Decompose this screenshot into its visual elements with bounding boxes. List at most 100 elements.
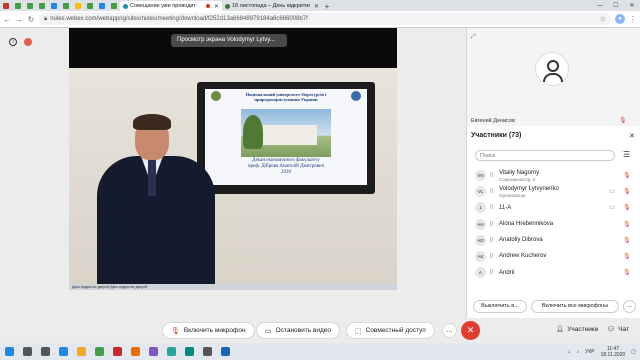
participants-toggle-label: Участники [567,325,599,333]
more-options-button[interactable]: ... [442,323,457,338]
participant-avatar: VL [475,186,486,198]
muted-mic-icon[interactable]: 🎙︎ [623,172,631,179]
unmute-all-button[interactable]: Включить все микрофоны [531,300,619,313]
shared-screen: Національний університет біоресурсів і п… [69,28,397,290]
volume-icon[interactable]: ♪ [577,349,580,355]
participant-avatar: 1 [475,202,486,214]
muted-mic-icon[interactable]: 🎙︎ [623,237,631,244]
browser-tab[interactable]: Совещание уже проводит ✕ [120,1,222,11]
expand-icon[interactable]: ⤢ [471,34,476,41]
chat-icon: 💬︎ [607,326,616,333]
clock[interactable]: 11:47 18.11.2020 [601,346,626,358]
muted-mic-icon[interactable]: 🎙︎ [623,221,631,228]
presentation-slide: Національний університет біоресурсів і п… [205,89,367,185]
bookmark-star-icon[interactable]: ☆ [600,15,606,23]
browser-tab-small[interactable] [12,1,24,11]
participants-toggle[interactable]: 👤︎ Участники [556,325,599,334]
participant-role: Соорганизатор, я [499,177,536,182]
notifications-icon[interactable]: ▢ [631,349,636,355]
screen-share-banner[interactable]: Просмотр экрана Volodymyr Lytvy... [171,34,287,47]
info-icon[interactable]: i [9,38,17,46]
recording-dot-icon [205,4,210,8]
leave-meeting-button[interactable]: ✕ [461,321,480,340]
site-favicon-icon [111,3,117,9]
reload-icon[interactable]: ↻ [27,15,35,24]
menu-icon[interactable]: ⋮ [629,15,637,24]
app-icon[interactable] [144,343,162,360]
browser-tab-small[interactable] [36,1,48,11]
network-icon[interactable]: ⌂ [568,349,571,355]
muted-mic-icon[interactable]: 🎙︎ [623,253,631,260]
windows-start-icon[interactable] [0,343,18,360]
opera-icon[interactable] [108,343,126,360]
language-indicator[interactable]: УКР [585,349,594,355]
slide-title: Національний університет біоресурсів і п… [245,92,327,102]
more-options-button[interactable]: ... [623,300,636,313]
word-icon[interactable] [216,343,234,360]
edge-icon[interactable] [54,343,72,360]
browser-tab[interactable]: 18 листопада – День відкритих ✕ [222,1,322,11]
unmute-button[interactable]: 🎙︎ Включить микрофон [162,322,255,339]
new-tab-icon[interactable]: + [322,2,332,11]
muted-mic-icon[interactable]: 🎙︎ [623,269,631,276]
browser-tab-small[interactable] [0,1,12,11]
device-icon: ▯ [490,269,494,276]
webex-icon[interactable] [180,343,198,360]
participants-footer: Выключить в... Включить все микрофоны ..… [467,296,640,318]
app-icon[interactable] [162,343,180,360]
close-tab-icon[interactable]: ✕ [314,3,319,10]
profile-avatar-icon[interactable]: ● [615,14,625,24]
browser-tab-small[interactable] [24,1,36,11]
close-icon[interactable]: ✕ [629,132,635,140]
mute-all-button[interactable]: Выключить в... [473,300,527,313]
participant-row[interactable]: AH ▯ Alona Hrebennikova 🎙︎ [467,217,640,233]
share-button[interactable]: ⬚ Совместный доступ [346,322,435,339]
system-tray: ⌂ ♪ УКР 11:47 18.11.2020 ▢ [568,346,640,358]
participant-avatar: AD [475,234,486,246]
browser-tab-small[interactable] [96,1,108,11]
muted-mic-icon[interactable]: 🎙︎ [623,204,631,211]
participant-name: Volodymyr Lytvynenko [499,186,559,193]
search-icon[interactable] [18,343,36,360]
participant-row[interactable]: AK ▯ Andrew Kucherov 🎙︎ [467,249,640,265]
browser-tab-small[interactable] [84,1,96,11]
participant-row[interactable]: A ▯ Andrii 🎙︎ [467,265,640,281]
site-favicon-icon [39,3,45,9]
browser-tab-small[interactable] [72,1,84,11]
browser-tab-small[interactable] [48,1,60,11]
browser-tab-small[interactable] [108,1,120,11]
share-label: Совместный доступ [365,327,426,334]
muted-mic-icon[interactable]: 🎙︎ [623,188,631,195]
task-view-icon[interactable] [36,343,54,360]
chrome-icon[interactable] [90,343,108,360]
device-icon: ▯ [490,252,494,259]
forward-icon[interactable]: → [15,15,23,24]
minimize-icon[interactable]: — [592,1,608,11]
site-favicon-icon [225,3,230,9]
video-camera-icon: ▭ [609,189,615,196]
participant-name: 11-A [499,204,512,211]
participants-icon: 👤︎ [556,326,565,333]
side-panel: ⤢ Евгений Денисов 🎙︎ Участники (73) ✕ ☰ … [466,28,640,318]
participant-search-input[interactable] [475,150,615,161]
participant-avatar: A [475,267,486,279]
firefox-icon[interactable] [126,343,144,360]
close-window-icon[interactable]: ✕ [624,1,640,11]
sort-icon[interactable]: ☰ [623,150,630,159]
back-icon[interactable]: ← [3,15,11,24]
close-tab-icon[interactable]: ✕ [214,3,219,10]
participant-row[interactable]: AD ▯ Anatoliy Dibrova 🎙︎ [467,233,640,249]
browser-tab-small[interactable] [60,1,72,11]
chat-toggle[interactable]: 💬︎ Чат [607,325,629,334]
muted-mic-icon: 🎙︎ [171,327,180,335]
browser-tab-strip: Совещание уже проводит ✕ 18 листопада – Де… [0,0,640,11]
stop-video-button[interactable]: ▭ Остановить видео [256,322,341,339]
maximize-icon[interactable]: ☐ [608,1,624,11]
url-field[interactable]: 🔒︎ nules.webex.com/webappng/sites/nules/… [39,13,611,25]
slide-caption: Декан економічного факультету проф. Дібр… [215,158,357,175]
participant-row[interactable]: VN ▯ Vitaliy Nagorny Соорганизатор, я 🎙︎ [467,168,640,184]
app-icon[interactable] [198,343,216,360]
participant-row[interactable]: 1 ▯ 11-A ▭ 🎙︎ [467,200,640,216]
explorer-icon[interactable] [72,343,90,360]
participant-row[interactable]: VL ▯ Volodymyr Lytvynenko Организатор ▭ 🎙︎ [467,184,640,200]
